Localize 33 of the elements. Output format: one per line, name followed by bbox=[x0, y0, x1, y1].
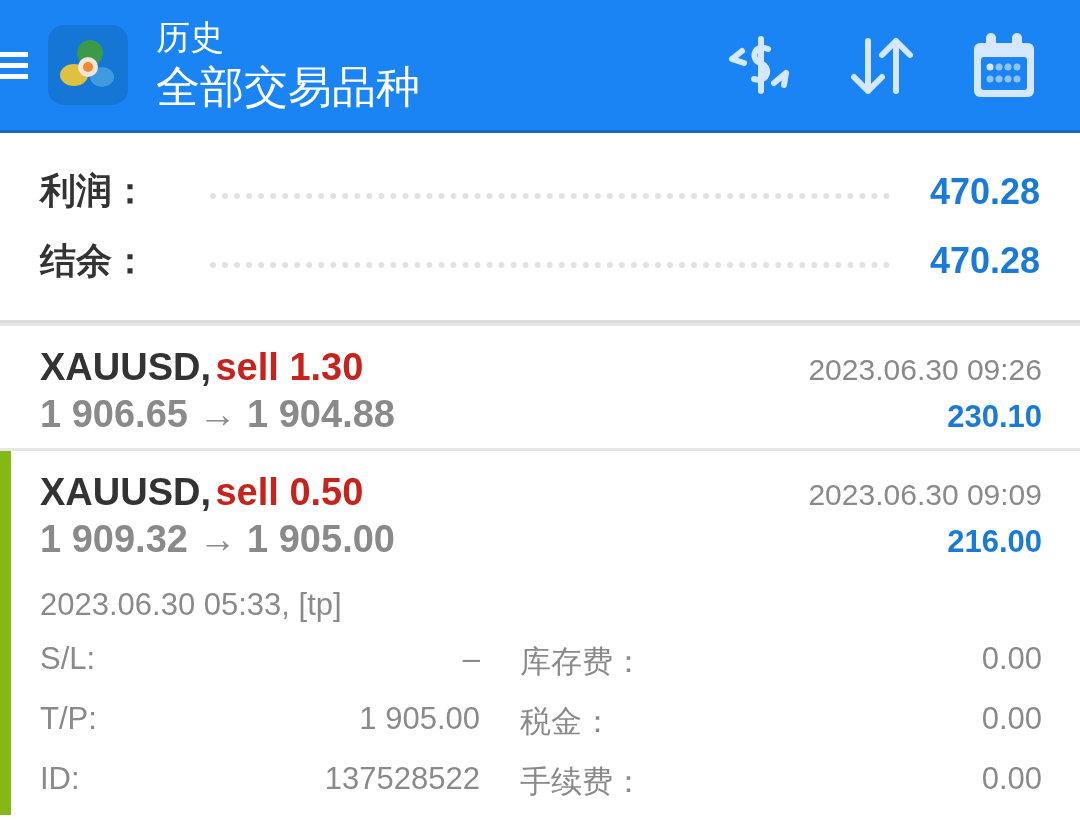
symbol-label: XAUUSD, bbox=[40, 346, 212, 388]
detail-value: 1 905.00 bbox=[358, 701, 481, 738]
app-logo-icon bbox=[48, 25, 128, 105]
close-time: 2023.06.30 09:09 bbox=[808, 478, 1042, 512]
detail-label: T/P: bbox=[40, 701, 98, 738]
detail-value: – bbox=[461, 641, 481, 678]
profit-value: 230.10 bbox=[947, 399, 1042, 435]
summary-label: 结余： bbox=[40, 238, 149, 283]
detail-value: 0.00 bbox=[980, 701, 1042, 738]
symbol-label: XAUUSD, bbox=[40, 471, 212, 513]
screen-title: 历史 bbox=[156, 17, 225, 58]
detail-value: 0.00 bbox=[980, 761, 1042, 798]
trade-side-label: sell 0.50 bbox=[215, 471, 364, 513]
detail-label: 税金： bbox=[520, 703, 614, 741]
close-time: 2023.06.30 09:26 bbox=[808, 353, 1042, 387]
summary-value: 470.28 bbox=[929, 240, 1040, 283]
detail-value: 137528522 bbox=[323, 761, 481, 798]
trade-side-label: sell 1.30 bbox=[215, 346, 364, 388]
open-time: 2023.06.30 05:33, [tp] bbox=[40, 587, 343, 623]
symbol-filter-title: 全部交易品种 bbox=[156, 61, 421, 113]
menu-icon[interactable] bbox=[0, 50, 28, 80]
price-range: 1 906.65 → 1 904.88 bbox=[40, 393, 395, 436]
trade-card[interactable]: XAUUSD,sell 0.50 2023.06.30 09:09 1 909.32 → 1 905.00 216.00 2023.06.30 05:33, [tp] S/L: – 库存费： 0.00 T/P: 1 905.00 税金： 0.00 ID: 137528522 手续费： 0.00 bbox=[0, 451, 1080, 815]
trade-card[interactable]: XAUUSD,sell 1.30 2023.06.30 09:26 1 906.65 → 1 904.88 230.10 bbox=[0, 326, 1080, 448]
profit-value: 216.00 bbox=[947, 524, 1042, 560]
summary-label: 利润： bbox=[40, 169, 149, 214]
price-range: 1 909.32 → 1 905.00 bbox=[40, 518, 395, 561]
detail-value: 0.00 bbox=[980, 641, 1042, 678]
detail-label: 库存费： bbox=[520, 643, 645, 681]
detail-label: ID: bbox=[40, 761, 81, 798]
summary-value: 470.28 bbox=[929, 170, 1040, 213]
detail-label: 手续费： bbox=[520, 763, 645, 801]
detail-label: S/L: bbox=[40, 641, 97, 678]
